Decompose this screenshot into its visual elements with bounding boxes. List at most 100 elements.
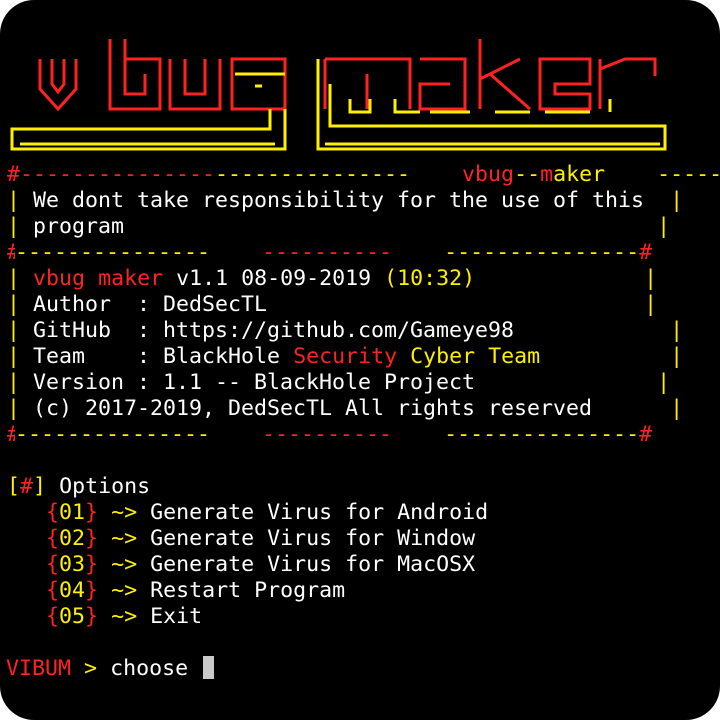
- border-pipe: |: [7, 292, 21, 317]
- banner-title-aker: aker: [553, 162, 606, 187]
- menu-item-restart[interactable]: {04} ~> Restart Program: [46, 578, 345, 604]
- border-segment: ---------------: [444, 240, 640, 265]
- version-text: Version : 1.1 -- BlackHole Project: [33, 370, 476, 395]
- border-pipe: |: [670, 188, 684, 213]
- border-segment: ----------: [262, 240, 393, 265]
- banner-bottom-border: #--------------- ---------- ------------…: [7, 422, 652, 448]
- arrow-icon: ~>: [111, 604, 138, 629]
- border-pipe: |: [7, 318, 21, 343]
- border-hash: #: [639, 240, 653, 265]
- brace: {: [46, 552, 60, 577]
- team-suffix: Cyber Team: [410, 344, 541, 369]
- banner-title-sep: --: [514, 162, 541, 187]
- author-line: | Author : DedSecTL |: [7, 292, 657, 318]
- border-pipe: |: [7, 370, 21, 395]
- disclaimer-text: program: [33, 214, 125, 239]
- disclaimer-line-1: | We dont take responsibility for the us…: [7, 188, 683, 214]
- menu-item-window[interactable]: {02} ~> Generate Virus for Window: [46, 526, 475, 552]
- menu-item-label: Generate Virus for MacOSX: [150, 552, 476, 577]
- border-segment: ---------------: [15, 422, 211, 447]
- border-segment: ----------------#: [657, 162, 720, 187]
- app-version-date: v1.1 08-09-2019: [176, 266, 372, 291]
- arrow-icon: ~>: [111, 552, 138, 577]
- border-hash: #: [7, 422, 15, 448]
- brace: }: [85, 578, 99, 603]
- banner-separator: #--------------- ---------- ------------…: [7, 240, 652, 266]
- banner-title-vbug: vbug: [462, 162, 515, 187]
- prompt-input-text[interactable]: choose: [110, 656, 188, 681]
- team-line: | Team : BlackHole Security Cyber Team |: [7, 344, 683, 370]
- brace: {: [46, 578, 60, 603]
- border-segment: ----------: [262, 422, 393, 447]
- menu-item-label: Exit: [150, 604, 203, 629]
- border-pipe: |: [657, 214, 671, 239]
- copyright-text: (c) 2017-2019, DedSecTL All rights reser…: [33, 396, 593, 421]
- menu-item-number: 03: [59, 552, 86, 577]
- disclaimer-line-2: | program |: [7, 214, 670, 240]
- arrow-icon: ~>: [111, 526, 138, 551]
- menu-item-label: Generate Virus for Window: [150, 526, 476, 551]
- menu-item-android[interactable]: {01} ~> Generate Virus for Android: [46, 500, 488, 526]
- menu-item-number: 02: [59, 526, 86, 551]
- logo-top-letters: [38, 39, 657, 112]
- terminal-window[interactable]: #------------------------------ vbug--ma…: [0, 0, 720, 720]
- border-segment: #---------------: [7, 162, 216, 187]
- brace: }: [85, 500, 99, 525]
- border-pipe: |: [670, 318, 684, 343]
- brace: }: [85, 604, 99, 629]
- border-segment: ---------------: [215, 162, 411, 187]
- border-pipe: |: [7, 396, 21, 421]
- menu-item-number: 01: [59, 500, 86, 525]
- arrow-icon: ~>: [111, 500, 138, 525]
- github-line: | GitHub : https://github.com/Gameye98 |: [7, 318, 683, 344]
- copyright-line: | (c) 2017-2019, DedSecTL All rights res…: [7, 396, 683, 422]
- github-text: GitHub : https://github.com/Gameye98: [33, 318, 515, 343]
- brace: }: [85, 526, 99, 551]
- banner-title-m: m: [540, 162, 554, 187]
- text-cursor: [203, 656, 215, 679]
- bracket: ]: [33, 474, 47, 499]
- team-security: Security: [293, 344, 398, 369]
- border-pipe: |: [670, 396, 684, 421]
- command-prompt[interactable]: VIBUM > choose: [6, 656, 215, 682]
- border-pipe: |: [644, 266, 658, 291]
- border-pipe: |: [7, 266, 21, 291]
- menu-item-label: Generate Virus for Android: [150, 500, 489, 525]
- team-text: Team : BlackHole: [33, 344, 281, 369]
- bracket: [: [7, 474, 21, 499]
- border-hash: #: [7, 240, 15, 266]
- prompt-symbol: >: [84, 656, 98, 681]
- arrow-icon: ~>: [111, 578, 138, 603]
- menu-item-macosx[interactable]: {03} ~> Generate Virus for MacOSX: [46, 552, 475, 578]
- menu-item-number: 05: [59, 604, 86, 629]
- border-pipe: |: [670, 344, 684, 369]
- border-pipe: |: [7, 344, 21, 369]
- border-hash: #: [639, 422, 653, 447]
- disclaimer-text: We dont take responsibility for the use …: [33, 188, 645, 213]
- brace: }: [85, 552, 99, 577]
- border-segment: ---------------: [444, 422, 640, 447]
- options-header: [#] Options: [7, 474, 150, 500]
- border-pipe: |: [644, 292, 658, 317]
- border-segment: ---------------: [15, 240, 211, 265]
- border-pipe: |: [657, 370, 671, 395]
- banner-top-border: #------------------------------ vbug--ma…: [7, 162, 720, 188]
- brace: {: [46, 526, 60, 551]
- menu-item-exit[interactable]: {05} ~> Exit: [46, 604, 202, 630]
- menu-item-number: 04: [59, 578, 86, 603]
- author-text: Author : DedSecTL: [33, 292, 268, 317]
- brace: {: [46, 604, 60, 629]
- brace: {: [46, 500, 60, 525]
- version-line: | Version : 1.1 -- BlackHole Project |: [7, 370, 670, 396]
- app-name-maker: maker: [98, 266, 164, 291]
- app-info-line: | vbug maker v1.1 08-09-2019 (10:32) |: [7, 266, 657, 292]
- hash-icon: #: [20, 474, 34, 499]
- menu-item-label: Restart Program: [150, 578, 346, 603]
- border-pipe: |: [7, 214, 21, 239]
- vbug-maker-logo: [10, 39, 667, 151]
- prompt-name: VIBUM: [6, 656, 72, 681]
- border-pipe: |: [7, 188, 21, 213]
- app-time: (10:32): [384, 266, 476, 291]
- options-label: Options: [59, 474, 151, 499]
- app-name-vbug: vbug: [33, 266, 86, 291]
